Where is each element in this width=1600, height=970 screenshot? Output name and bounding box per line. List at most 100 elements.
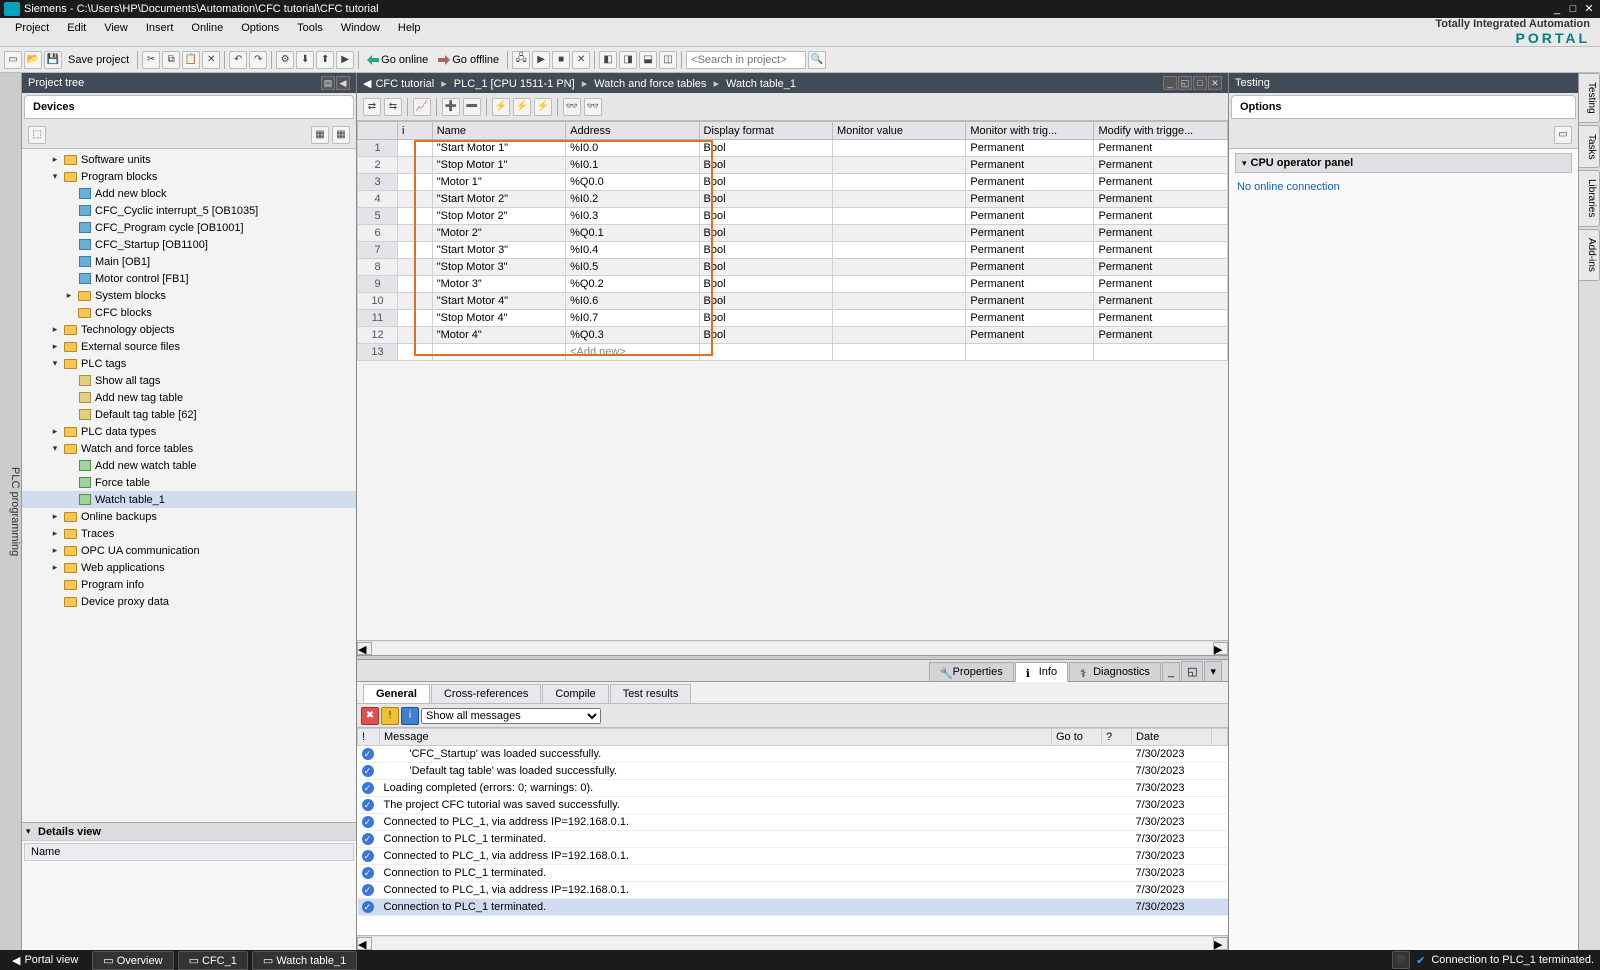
- watch-row[interactable]: 10"Start Motor 4"%I0.6BoolPermanentPerma…: [358, 293, 1228, 310]
- message-row[interactable]: ✓Connected to PLC_1, via address IP=192.…: [358, 882, 1228, 899]
- watch-row[interactable]: 8"Stop Motor 3"%I0.5BoolPermanentPermane…: [358, 259, 1228, 276]
- inspector-win-btn-1[interactable]: ◱: [1181, 661, 1203, 681]
- watch-tool-1[interactable]: ⇄: [363, 98, 381, 116]
- save-button[interactable]: 💾: [44, 51, 62, 69]
- message-row[interactable]: ✓Connection to PLC_1 terminated.7/30/202…: [358, 865, 1228, 882]
- subtab-compile[interactable]: Compile: [542, 684, 608, 703]
- inspector-win-btn-0[interactable]: _: [1162, 662, 1180, 681]
- side-tab-tasks[interactable]: Tasks: [1579, 125, 1600, 169]
- tree-tool-2[interactable]: ▦: [311, 126, 329, 144]
- portal-view-button[interactable]: ◀ Portal view: [6, 954, 84, 967]
- scroll-left-button[interactable]: ◀: [357, 642, 372, 655]
- delete-row-button[interactable]: ➖: [463, 98, 481, 116]
- tab-info[interactable]: ℹInfo: [1015, 662, 1068, 682]
- message-row[interactable]: ✓Connection to PLC_1 terminated.7/30/202…: [358, 899, 1228, 916]
- message-row[interactable]: ✓Loading completed (errors: 0; warnings:…: [358, 780, 1228, 797]
- message-row[interactable]: ✓Connection to PLC_1 terminated.7/30/202…: [358, 831, 1228, 848]
- modify-trigger-button[interactable]: ⚡: [513, 98, 531, 116]
- expand-icon[interactable]: ▸: [50, 511, 60, 522]
- inspector-win-btn-2[interactable]: ▾: [1204, 661, 1222, 681]
- delete-button[interactable]: ✕: [202, 51, 220, 69]
- msg-scroll-right[interactable]: ▶: [1213, 937, 1228, 950]
- messages-table[interactable]: !MessageGo to?Date ✓'CFC_Startup' was lo…: [357, 728, 1228, 916]
- chevron-down-icon[interactable]: ▾: [26, 826, 38, 837]
- watch-row[interactable]: 7"Start Motor 3"%I0.4BoolPermanentPerman…: [358, 242, 1228, 259]
- subtab-test-results[interactable]: Test results: [610, 684, 692, 703]
- col-header[interactable]: Name: [432, 122, 565, 140]
- tree-node[interactable]: ▸Technology objects: [22, 321, 356, 338]
- watch-row[interactable]: 4"Start Motor 2"%I0.2BoolPermanentPerman…: [358, 191, 1228, 208]
- split-horiz-button[interactable]: ⬓: [639, 51, 657, 69]
- search-button[interactable]: 🔍: [808, 51, 826, 69]
- status-icon[interactable]: 🖥: [1392, 951, 1410, 969]
- editor-max-button[interactable]: □: [1193, 76, 1207, 90]
- tree-tool-1[interactable]: ⬚: [28, 126, 46, 144]
- expand-icon[interactable]: ▸: [50, 545, 60, 556]
- msg-col-header[interactable]: Date: [1132, 729, 1212, 746]
- error-filter-button[interactable]: ✖: [361, 707, 379, 725]
- message-row[interactable]: ✓Connected to PLC_1, via address IP=192.…: [358, 848, 1228, 865]
- go-online-button[interactable]: Go online: [363, 54, 432, 66]
- monitor-once-button[interactable]: 👓: [584, 98, 602, 116]
- tree-node[interactable]: Show all tags: [22, 372, 356, 389]
- breadcrumb-item[interactable]: Watch table_1: [726, 78, 796, 90]
- cut-button[interactable]: ✂: [142, 51, 160, 69]
- editor-float-button[interactable]: ◱: [1178, 76, 1192, 90]
- tree-node[interactable]: ▾Watch and force tables: [22, 440, 356, 457]
- tree-node[interactable]: Motor control [FB1]: [22, 270, 356, 287]
- insert-row-button[interactable]: ➕: [442, 98, 460, 116]
- tree-node[interactable]: Main [OB1]: [22, 253, 356, 270]
- info-filter-button[interactable]: i: [401, 707, 419, 725]
- col-header[interactable]: Display format: [699, 122, 832, 140]
- tree-node[interactable]: CFC_Cyclic interrupt_5 [OB1035]: [22, 202, 356, 219]
- expand-icon[interactable]: ▸: [50, 562, 60, 573]
- col-header[interactable]: i: [398, 122, 433, 140]
- search-input[interactable]: [686, 51, 806, 69]
- expand-icon[interactable]: ▸: [50, 324, 60, 335]
- tree-node[interactable]: ▸PLC data types: [22, 423, 356, 440]
- copy-button[interactable]: ⧉: [162, 51, 180, 69]
- expand-icon[interactable]: ▾: [50, 443, 60, 454]
- side-tab-libraries[interactable]: Libraries: [1579, 170, 1600, 226]
- devices-tab[interactable]: Devices: [24, 95, 354, 119]
- scroll-right-button[interactable]: ▶: [1213, 642, 1228, 655]
- side-tab-testing[interactable]: Testing: [1579, 73, 1600, 123]
- add-new-row[interactable]: 13<Add new>: [358, 344, 1228, 361]
- tree-node[interactable]: ▾PLC tags: [22, 355, 356, 372]
- warning-filter-button[interactable]: !: [381, 707, 399, 725]
- left-sidebar-tab[interactable]: PLC programming: [0, 73, 22, 950]
- breadcrumb-back[interactable]: ◀: [363, 77, 371, 90]
- msg-scroll-left[interactable]: ◀: [357, 937, 372, 950]
- msg-col-header[interactable]: Message: [380, 729, 1052, 746]
- status-tab[interactable]: ▭ Watch table_1: [252, 951, 357, 970]
- enable-io-button[interactable]: ⚡: [534, 98, 552, 116]
- side-tab-add-ins[interactable]: Add-ins: [1579, 229, 1600, 281]
- go-offline-button[interactable]: Go offline: [434, 54, 503, 66]
- start-cpu-button[interactable]: ▶: [532, 51, 550, 69]
- editor-min-button[interactable]: _: [1163, 76, 1177, 90]
- maximize-button[interactable]: □: [1566, 3, 1580, 15]
- tree-node[interactable]: CFC blocks: [22, 304, 356, 321]
- expand-icon[interactable]: ▸: [50, 154, 60, 165]
- watch-tool-3[interactable]: 📈: [413, 98, 431, 116]
- message-filter-select[interactable]: Show all messages: [421, 708, 601, 724]
- tree-node[interactable]: Default tag table [62]: [22, 406, 356, 423]
- breadcrumb-item[interactable]: CFC tutorial: [375, 78, 434, 90]
- simulate-button[interactable]: ▶: [336, 51, 354, 69]
- tree-node[interactable]: Add new watch table: [22, 457, 356, 474]
- breadcrumb-item[interactable]: Watch and force tables: [594, 78, 706, 90]
- save-label[interactable]: Save project: [68, 54, 129, 66]
- editor-close-button[interactable]: ✕: [1208, 76, 1222, 90]
- tree-node[interactable]: ▸System blocks: [22, 287, 356, 304]
- menu-tools[interactable]: Tools: [288, 20, 332, 36]
- col-header[interactable]: Modify with trigge...: [1094, 122, 1228, 140]
- subtab-cross-references[interactable]: Cross-references: [431, 684, 541, 703]
- expand-icon[interactable]: ▾: [50, 171, 60, 182]
- stop-cpu-button[interactable]: ■: [552, 51, 570, 69]
- close-button[interactable]: ✕: [1582, 3, 1596, 15]
- tree-node[interactable]: ▸OPC UA communication: [22, 542, 356, 559]
- tree-node[interactable]: ▸External source files: [22, 338, 356, 355]
- tree-collapse-button[interactable]: ▤: [321, 76, 335, 90]
- tree-tool-3[interactable]: ▦: [332, 126, 350, 144]
- tree-node[interactable]: ▸Traces: [22, 525, 356, 542]
